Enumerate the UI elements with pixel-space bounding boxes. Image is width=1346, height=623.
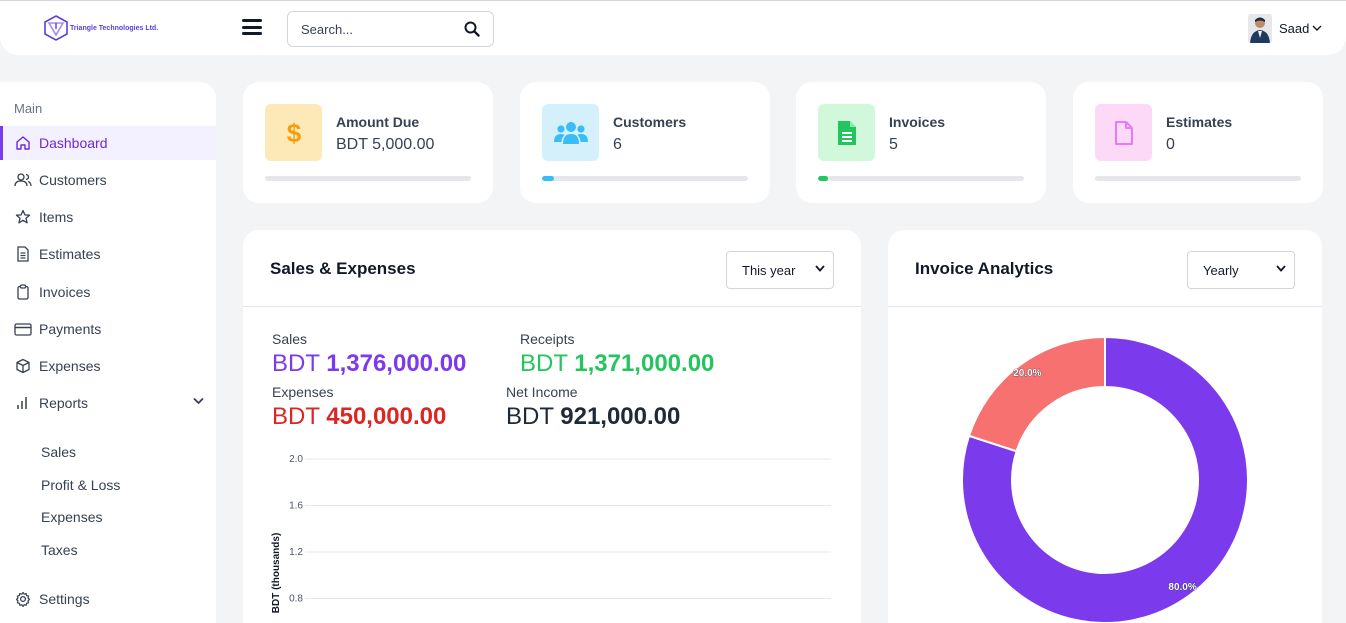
company-logo[interactable]: Triangle Technologies Ltd. xyxy=(44,15,158,41)
stat-label: Estimates xyxy=(1166,114,1233,130)
users-icon xyxy=(14,173,32,187)
sales-expenses-chart: 2.0 1.6 1.2 0.8 BDT (thousands) xyxy=(271,454,831,614)
clipboard-icon xyxy=(17,284,29,300)
sidebar-subitem-taxes[interactable]: Taxes xyxy=(41,542,78,558)
y-tick-label: 1.2 xyxy=(289,547,303,558)
y-axis-label: BDT (thousands) xyxy=(271,533,282,614)
stat-tile xyxy=(818,104,875,161)
stat-progress-bar xyxy=(1095,176,1301,181)
home-icon xyxy=(16,136,30,150)
sales-expenses-panel: Sales & Expenses This year Sales BDT 1,3… xyxy=(243,230,861,623)
user-name: Saad xyxy=(1279,21,1310,36)
sidebar-subitem-profit-loss[interactable]: Profit & Loss xyxy=(41,477,120,493)
sidebar-item-label: Customers xyxy=(39,172,107,188)
stat-card-customers: Customers 6 xyxy=(520,82,770,203)
stat-card-invoices: Invoices 5 xyxy=(796,82,1046,203)
dollar-icon: $ xyxy=(286,118,301,148)
stat-value: 0 xyxy=(1166,136,1175,153)
stat-progress-bar xyxy=(542,176,748,181)
triangle-logo-icon xyxy=(44,15,68,41)
credit-card-icon xyxy=(14,323,32,336)
svg-text:$: $ xyxy=(286,118,301,148)
donut-slice[interactable] xyxy=(967,335,1106,453)
menu-line xyxy=(242,25,262,29)
sidebar-subitem-sales[interactable]: Sales xyxy=(41,444,76,460)
stat-tile xyxy=(542,104,599,161)
avatar xyxy=(1248,14,1272,43)
star-icon xyxy=(15,209,31,224)
invoice-analytics-panel: Invoice Analytics Yearly 80.0% 20.0% xyxy=(888,230,1322,623)
stat-card-estimates: Estimates 0 xyxy=(1073,82,1323,203)
chevron-down-icon xyxy=(1312,25,1322,31)
chevron-down-icon xyxy=(193,397,204,405)
sidebar-item-payments[interactable]: Payments xyxy=(0,312,216,346)
search-icon[interactable] xyxy=(464,21,480,37)
y-tick-label: 1.6 xyxy=(289,501,303,512)
stat-label: Amount Due xyxy=(336,114,420,130)
box-icon xyxy=(16,358,30,374)
stat-value: BDT 5,000.00 xyxy=(336,136,435,153)
company-name: Triangle Technologies Ltd. xyxy=(70,24,159,32)
sidebar-section-title: Main xyxy=(14,101,43,116)
stat-tile xyxy=(1095,104,1152,161)
stat-tile: $ xyxy=(265,104,322,161)
sidebar-item-label: Estimates xyxy=(39,246,101,262)
search-box xyxy=(287,11,494,47)
sidebar-item-expenses[interactable]: Expenses xyxy=(0,349,216,383)
stat-progress-fill xyxy=(818,176,829,181)
sidebar-item-label: Settings xyxy=(39,591,90,607)
top-bar: Triangle Technologies Ltd. Saad xyxy=(0,0,1346,55)
stat-progress-bar xyxy=(265,176,471,181)
gear-icon xyxy=(15,591,31,607)
stat-value: 6 xyxy=(613,136,622,153)
y-tick-label: 0.8 xyxy=(289,594,303,605)
menu-toggle-button[interactable] xyxy=(242,19,262,35)
sidebar-item-invoices[interactable]: Invoices xyxy=(0,275,216,309)
stat-progress-bar xyxy=(818,176,1024,181)
bar-chart-icon xyxy=(17,397,27,409)
stat-label: Customers xyxy=(613,114,687,130)
stat-label: Invoices xyxy=(889,114,946,130)
search-input[interactable] xyxy=(288,12,448,46)
sidebar-subitem-expenses[interactable]: Expenses xyxy=(41,509,102,525)
donut-slice-label: 20.0% xyxy=(1013,368,1041,379)
sidebar-item-label: Invoices xyxy=(39,284,91,300)
blank-file-icon xyxy=(1114,120,1133,145)
stat-card-amount-due: $ Amount Due BDT 5,000.00 xyxy=(243,82,493,203)
sidebar: Main Dashboard Customers Items Estimates… xyxy=(0,82,216,623)
sidebar-item-label: Expenses xyxy=(39,358,101,374)
donut-slice-label: 80.0% xyxy=(1168,582,1196,593)
sidebar-item-label: Dashboard xyxy=(39,135,108,151)
sidebar-item-customers[interactable]: Customers xyxy=(0,163,216,197)
sidebar-item-estimates[interactable]: Estimates xyxy=(0,237,216,271)
y-tick-label: 2.0 xyxy=(289,454,303,465)
invoice-analytics-donut-chart: 80.0% 20.0% xyxy=(961,335,1249,623)
sidebar-item-label: Reports xyxy=(39,395,89,411)
menu-line xyxy=(242,19,262,22)
stat-value: 5 xyxy=(889,136,898,153)
sidebar-item-settings[interactable]: Settings xyxy=(0,582,216,616)
stat-progress-fill xyxy=(542,176,555,181)
invoice-file-icon xyxy=(837,120,856,145)
sidebar-item-reports[interactable]: Reports xyxy=(0,386,216,420)
sidebar-item-label: Payments xyxy=(39,321,102,337)
document-icon xyxy=(17,246,29,262)
users-group-icon xyxy=(553,121,588,144)
menu-line xyxy=(242,32,262,35)
sidebar-item-items[interactable]: Items xyxy=(0,200,216,234)
sidebar-item-dashboard[interactable]: Dashboard xyxy=(0,126,216,160)
sidebar-item-label: Items xyxy=(39,209,74,225)
user-menu[interactable]: Saad xyxy=(1248,14,1322,43)
